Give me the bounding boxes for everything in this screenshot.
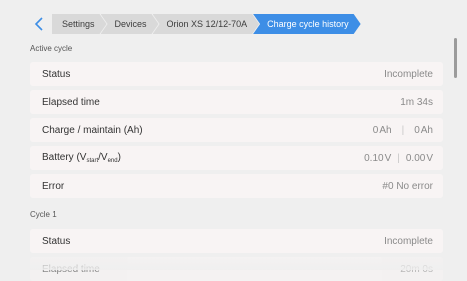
breadcrumb-devices[interactable]: Devices xyxy=(101,14,159,34)
voltage-start-value: 0.10 xyxy=(364,152,384,164)
maintain-value: 0 xyxy=(414,124,420,136)
row-value: 1m 34s xyxy=(400,96,433,108)
row-label: Battery (Vstart/Vend) xyxy=(42,152,121,164)
battery-label-mid: /V xyxy=(98,152,108,163)
value-separator: | xyxy=(397,152,400,164)
bottom-fade xyxy=(0,256,467,270)
row-active-charge[interactable]: Charge / maintain (Ah) 0 Ah | 0 Ah xyxy=(30,118,443,142)
section-cycle-1: Cycle 1 xyxy=(30,210,57,219)
row-active-battery[interactable]: Battery (Vstart/Vend) 0.10 V | 0.00 V xyxy=(30,146,443,170)
row-value: Incomplete xyxy=(384,235,433,247)
row-active-error[interactable]: Error #0 No error xyxy=(30,174,443,198)
breadcrumb: Settings Devices Orion XS 12/12-70A Char… xyxy=(52,14,355,34)
battery-label-sub-start: start xyxy=(86,158,99,164)
chevron-left-icon xyxy=(34,17,43,31)
row-label: Status xyxy=(42,235,71,247)
row-value: 0.10 V | 0.00 V xyxy=(364,153,433,164)
maintain-unit: Ah xyxy=(420,124,433,136)
row-label: Elapsed time xyxy=(42,96,100,108)
row-cycle1-status[interactable]: Status Incomplete xyxy=(30,229,443,253)
value-separator: | xyxy=(401,124,405,136)
breadcrumb-device[interactable]: Orion XS 12/12-70A xyxy=(153,14,260,34)
battery-label-sub-end: end xyxy=(107,158,118,164)
battery-label-pre: Battery (V xyxy=(42,152,87,163)
voltage-end-unit: V xyxy=(426,152,433,164)
row-label: Error xyxy=(42,180,65,192)
voltage-start-unit: V xyxy=(384,152,392,164)
charge-value: 0 xyxy=(372,124,379,136)
row-value: 0 Ah | 0 Ah xyxy=(373,125,433,136)
breadcrumb-settings[interactable]: Settings xyxy=(52,14,107,34)
row-active-elapsed[interactable]: Elapsed time 1m 34s xyxy=(30,90,443,114)
breadcrumb-current: Charge cycle history xyxy=(253,14,361,34)
row-value: Incomplete xyxy=(384,68,433,80)
section-active-cycle: Active cycle xyxy=(30,44,73,53)
back-button[interactable] xyxy=(30,14,48,34)
row-label: Charge / maintain (Ah) xyxy=(42,124,143,136)
row-active-status[interactable]: Status Incomplete xyxy=(30,62,443,86)
voltage-end-value: 0.00 xyxy=(405,152,426,164)
row-value: #0 No error xyxy=(382,180,433,192)
row-label: Status xyxy=(42,68,71,80)
top-bar: Settings Devices Orion XS 12/12-70A Char… xyxy=(0,0,467,36)
charge-unit: Ah xyxy=(379,124,392,136)
battery-label-post: ) xyxy=(117,152,121,163)
scrollbar[interactable] xyxy=(454,38,457,78)
